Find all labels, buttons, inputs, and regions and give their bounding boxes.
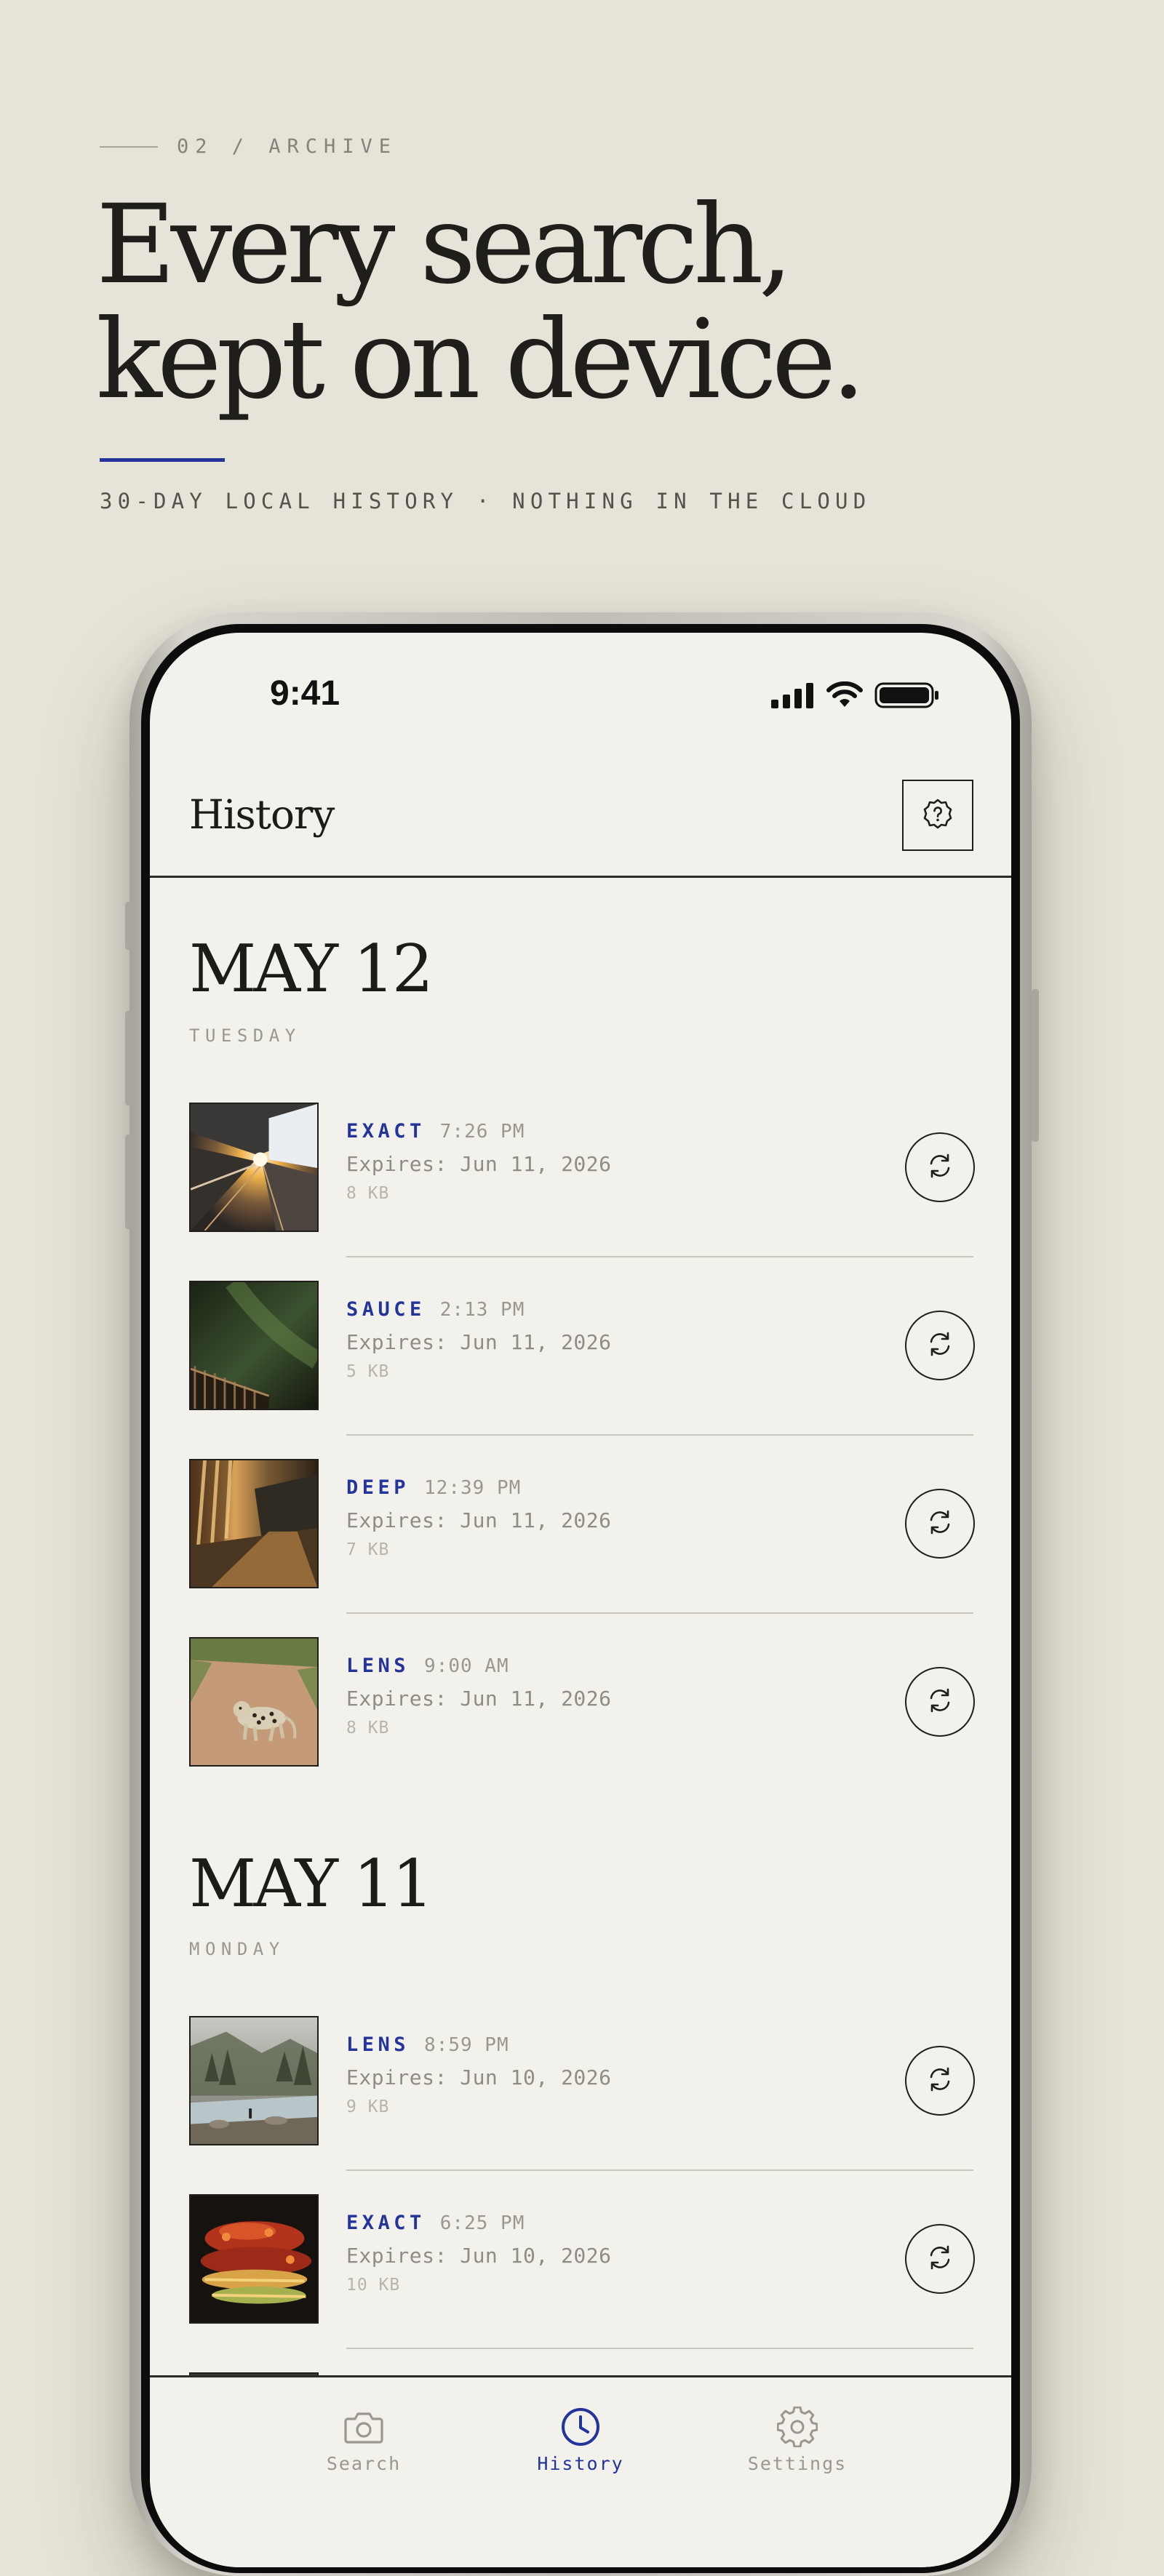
search-mode: LENS bbox=[346, 1655, 410, 1677]
row-divider bbox=[346, 1256, 973, 1257]
refresh-icon bbox=[925, 1151, 954, 1183]
tab-label: Search bbox=[326, 2453, 402, 2474]
headline-line-1: Every search, bbox=[96, 182, 793, 308]
header-divider bbox=[150, 876, 1011, 878]
history-row[interactable]: LENS 8:59 PM Expires: Jun 10, 2026 9 KB bbox=[189, 2016, 975, 2194]
expiry-date: Expires: Jun 11, 2026 bbox=[346, 1330, 612, 1354]
cellular-signal-icon bbox=[771, 682, 815, 711]
expiry-date: Expires: Jun 11, 2026 bbox=[346, 1152, 612, 1176]
thumbnail-sunlit-corridor bbox=[189, 1459, 319, 1588]
search-time: 2:13 PM bbox=[439, 1299, 525, 1321]
refresh-icon bbox=[925, 1508, 954, 1540]
history-row[interactable]: EXACT 7:26 PM Expires: Jun 11, 2026 8 KB bbox=[189, 1103, 975, 1281]
kicker-rule bbox=[100, 145, 158, 148]
expiry-date: Expires: Jun 11, 2026 bbox=[346, 1687, 612, 1711]
wifi-icon bbox=[825, 681, 864, 712]
tab-history[interactable]: History bbox=[486, 2405, 675, 2474]
thumbnail-leopard bbox=[189, 1637, 319, 1767]
row-meta: SAUCE 2:13 PM Expires: Jun 11, 2026 5 KB bbox=[346, 1298, 612, 1381]
expiry-date: Expires: Jun 10, 2026 bbox=[346, 2244, 612, 2268]
tab-label: History bbox=[537, 2453, 624, 2474]
refresh-icon bbox=[925, 2243, 954, 2275]
phone-side-button-silent bbox=[125, 902, 132, 950]
search-mode: EXACT bbox=[346, 2212, 426, 2234]
file-size: 5 KB bbox=[346, 1362, 390, 1381]
refresh-icon bbox=[925, 1686, 954, 1718]
file-size: 8 KB bbox=[346, 1184, 390, 1203]
section-kicker: 02 / ARCHIVE bbox=[100, 135, 397, 158]
phone-side-button-power bbox=[1032, 989, 1039, 1142]
row-meta: DEEP 12:39 PM Expires: Jun 11, 2026 7 KB bbox=[346, 1476, 612, 1559]
search-mode: LENS bbox=[346, 2033, 410, 2056]
hero-headline: Every search, kept on device. bbox=[96, 182, 866, 423]
tab-label: Settings bbox=[747, 2453, 848, 2474]
phone-side-button-volume-down bbox=[125, 1135, 132, 1229]
section-day: TUESDAY bbox=[189, 1025, 301, 1046]
row-divider bbox=[346, 2169, 973, 2171]
status-time: 9:41 bbox=[270, 674, 340, 713]
rerun-search-button[interactable] bbox=[905, 1132, 975, 1202]
row-divider bbox=[346, 1612, 973, 1614]
file-size: 9 KB bbox=[346, 2097, 390, 2116]
row-meta: EXACT 7:26 PM Expires: Jun 11, 2026 8 KB bbox=[346, 1120, 612, 1203]
tab-search[interactable]: Search bbox=[269, 2405, 458, 2474]
row-meta: LENS 8:59 PM Expires: Jun 10, 2026 9 KB bbox=[346, 2033, 612, 2116]
section-day: MONDAY bbox=[189, 1939, 285, 1959]
gear-icon bbox=[703, 2405, 892, 2449]
search-time: 8:59 PM bbox=[424, 2034, 509, 2056]
section-date: MAY 11 bbox=[189, 1846, 434, 1922]
phone-screen: 9:41 History MAY 12 TUESDAY EXACT 7:26 P… bbox=[150, 633, 1011, 2567]
history-row[interactable]: EXACT 6:25 PM Expires: Jun 10, 2026 10 KB bbox=[189, 2194, 975, 2372]
hero-tagline: 30-DAY LOCAL HISTORY · NOTHING IN THE CL… bbox=[100, 489, 872, 513]
expiry-date: Expires: Jun 10, 2026 bbox=[346, 2065, 612, 2089]
file-size: 7 KB bbox=[346, 1540, 390, 1559]
row-meta: LENS 9:00 AM Expires: Jun 11, 2026 8 KB bbox=[346, 1655, 612, 1737]
search-time: 12:39 PM bbox=[424, 1477, 522, 1499]
kicker-text: 02 / ARCHIVE bbox=[177, 135, 398, 158]
refresh-icon bbox=[925, 1329, 954, 1361]
thumbnail-misty-river bbox=[189, 2016, 319, 2145]
history-row[interactable]: SAUCE 2:13 PM Expires: Jun 11, 2026 5 KB bbox=[189, 1281, 975, 1459]
file-size: 10 KB bbox=[346, 2276, 401, 2295]
headline-line-2: kept on device. bbox=[96, 297, 866, 423]
search-time: 7:26 PM bbox=[439, 1121, 525, 1143]
file-size: 8 KB bbox=[346, 1719, 390, 1737]
clock-icon bbox=[486, 2405, 675, 2449]
rerun-search-button[interactable] bbox=[905, 1489, 975, 1559]
history-row[interactable]: LENS 9:00 AM Expires: Jun 11, 2026 8 KB bbox=[189, 1637, 975, 1815]
phone-side-button-volume-up bbox=[125, 1011, 132, 1105]
battery-icon bbox=[874, 681, 940, 713]
tab-bar: Search History Settings bbox=[150, 2375, 1011, 2567]
search-mode: DEEP bbox=[346, 1476, 410, 1499]
help-button[interactable] bbox=[902, 780, 973, 851]
rerun-search-button[interactable] bbox=[905, 2224, 975, 2294]
rerun-search-button[interactable] bbox=[905, 1667, 975, 1737]
tab-settings[interactable]: Settings bbox=[703, 2405, 892, 2474]
row-divider bbox=[346, 1434, 973, 1436]
search-time: 9:00 AM bbox=[424, 1655, 509, 1677]
rerun-search-button[interactable] bbox=[905, 1311, 975, 1380]
search-mode: EXACT bbox=[346, 1120, 426, 1143]
search-time: 6:25 PM bbox=[439, 2212, 525, 2234]
accent-rule bbox=[100, 458, 225, 462]
status-icons bbox=[771, 681, 940, 713]
thumbnail-train-platform bbox=[189, 1103, 319, 1232]
rerun-search-button[interactable] bbox=[905, 2046, 975, 2116]
row-meta: EXACT 6:25 PM Expires: Jun 10, 2026 10 KB bbox=[346, 2212, 612, 2295]
refresh-icon bbox=[925, 2065, 954, 2097]
camera-icon bbox=[269, 2405, 458, 2449]
question-badge-icon bbox=[922, 798, 954, 833]
section-date: MAY 12 bbox=[189, 931, 434, 1007]
expiry-date: Expires: Jun 11, 2026 bbox=[346, 1508, 612, 1532]
thumbnail-night-sky bbox=[189, 1281, 319, 1410]
page-title: History bbox=[189, 791, 335, 838]
thumbnail-grilled-food bbox=[189, 2194, 319, 2324]
history-row[interactable]: DEEP 12:39 PM Expires: Jun 11, 2026 7 KB bbox=[189, 1459, 975, 1637]
row-divider bbox=[346, 2348, 973, 2349]
search-mode: SAUCE bbox=[346, 1298, 426, 1321]
